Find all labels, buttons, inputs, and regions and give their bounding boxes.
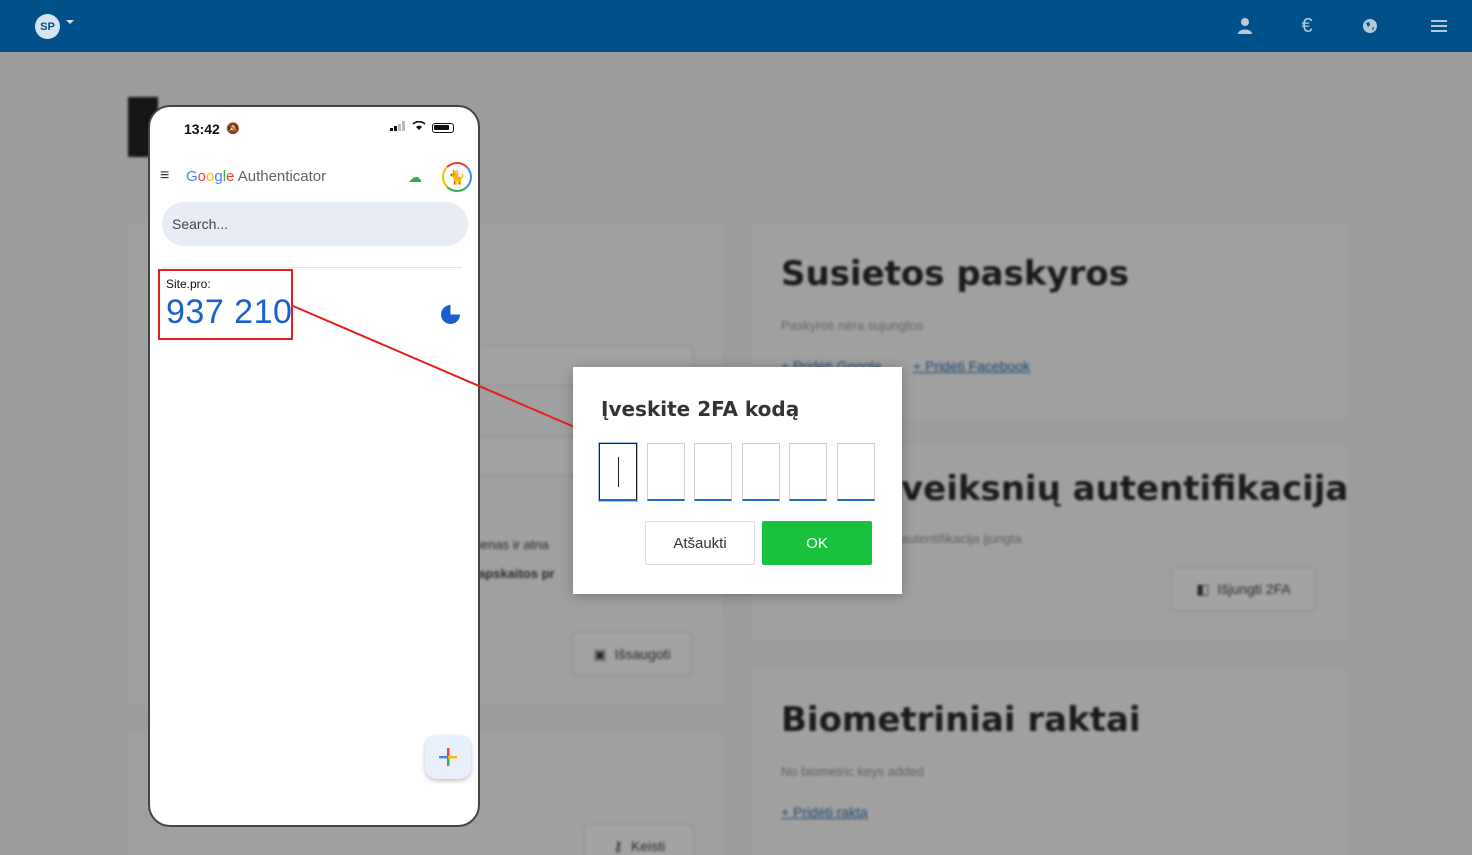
code-digit-2[interactable]	[647, 443, 685, 501]
status-time: 13:42	[184, 121, 220, 137]
user-icon[interactable]	[1233, 14, 1257, 38]
drawer-menu-icon[interactable]: ≡	[160, 167, 169, 185]
text-caret	[618, 457, 619, 487]
status-icons	[390, 120, 454, 134]
search-input[interactable]	[162, 202, 468, 246]
site-logo[interactable]: SP	[35, 14, 60, 39]
code-digit-4[interactable]	[742, 443, 780, 501]
wifi-icon	[412, 120, 426, 134]
add-account-button[interactable]	[425, 735, 471, 779]
code-highlight-box	[158, 269, 293, 340]
hamburger-menu-icon[interactable]	[1427, 14, 1451, 38]
authenticator-app-title: Google Authenticator	[186, 168, 327, 185]
cloud-sync-icon[interactable]: ☁	[408, 169, 422, 186]
authenticator-header: ≡ Google Authenticator ☁ 🐈	[150, 159, 478, 195]
list-divider	[162, 267, 462, 268]
mute-bell-icon: 🔕	[226, 123, 240, 135]
euro-icon[interactable]: €	[1295, 14, 1319, 38]
plus-icon	[439, 748, 457, 766]
globe-icon[interactable]	[1358, 14, 1382, 38]
logo-dropdown-caret-icon[interactable]	[66, 20, 74, 24]
code-digit-6[interactable]	[837, 443, 875, 501]
signal-icon	[390, 121, 406, 134]
top-navigation-bar: SP €	[0, 0, 1472, 52]
phone-screenshot: 13:42 🔕 ≡ Google Authenticator ☁ 🐈 Site.…	[148, 105, 480, 827]
dialog-title: Įveskite 2FA kodą	[601, 397, 800, 421]
code-digit-3[interactable]	[694, 443, 732, 501]
ok-button[interactable]: OK	[762, 521, 872, 565]
two-factor-dialog: Įveskite 2FA kodą Atšaukti OK	[573, 367, 902, 594]
code-digit-5[interactable]	[789, 443, 827, 501]
avatar[interactable]: 🐈	[442, 162, 472, 192]
cancel-button[interactable]: Atšaukti	[645, 521, 755, 565]
battery-icon	[432, 122, 454, 133]
countdown-timer-icon	[441, 305, 460, 324]
